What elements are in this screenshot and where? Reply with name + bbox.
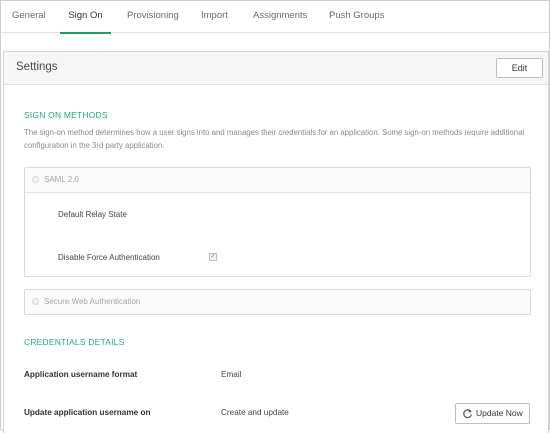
swa-method-box: Secure Web Authentication xyxy=(24,289,531,315)
disable-force-auth-checkbox[interactable]: ✓ xyxy=(209,253,217,261)
tab-assignments[interactable]: Assignments xyxy=(253,1,307,33)
check-icon: ✓ xyxy=(210,253,216,260)
update-now-label: Update Now xyxy=(476,408,523,418)
update-now-button[interactable]: Update Now xyxy=(455,403,530,424)
tab-provisioning[interactable]: Provisioning xyxy=(127,1,179,33)
tab-bar: General Sign On Provisioning Import Assi… xyxy=(1,1,549,34)
tab-sign-on[interactable]: Sign On xyxy=(60,1,111,34)
username-format-value: Email xyxy=(221,370,242,379)
swa-method-header: Secure Web Authentication xyxy=(25,290,530,314)
swa-radio[interactable] xyxy=(32,298,39,305)
sign-on-methods-description: The sign-on method determines how a user… xyxy=(24,128,525,150)
settings-title: Settings xyxy=(16,61,58,73)
default-relay-state-label: Default Relay State xyxy=(58,210,127,219)
update-on-value: Create and update xyxy=(221,408,289,417)
credentials-details-title: CREDENTIALS DETAILS xyxy=(24,337,125,347)
settings-panel: Settings Edit SIGN ON METHODS The sign-o… xyxy=(3,51,549,433)
tab-push-groups[interactable]: Push Groups xyxy=(329,1,384,33)
settings-header: Settings Edit xyxy=(4,52,548,85)
edit-button[interactable]: Edit xyxy=(496,58,543,78)
tab-general[interactable]: General xyxy=(12,1,46,33)
saml-radio[interactable] xyxy=(32,176,39,183)
username-format-label: Application username format xyxy=(24,370,138,379)
saml-settings: Default Relay State Disable Force Authen… xyxy=(25,192,530,276)
tab-import[interactable]: Import xyxy=(201,1,228,33)
update-on-label: Update application username on xyxy=(24,408,151,417)
refresh-icon xyxy=(463,409,472,419)
swa-label: Secure Web Authentication xyxy=(44,297,141,306)
sign-on-methods-title: SIGN ON METHODS xyxy=(24,110,108,120)
saml-method-header: SAML 2.0 xyxy=(25,168,530,192)
saml-method-box: SAML 2.0 Default Relay State Disable For… xyxy=(24,167,531,277)
saml-label: SAML 2.0 xyxy=(44,175,79,184)
disable-force-auth-label: Disable Force Authentication xyxy=(58,253,160,262)
